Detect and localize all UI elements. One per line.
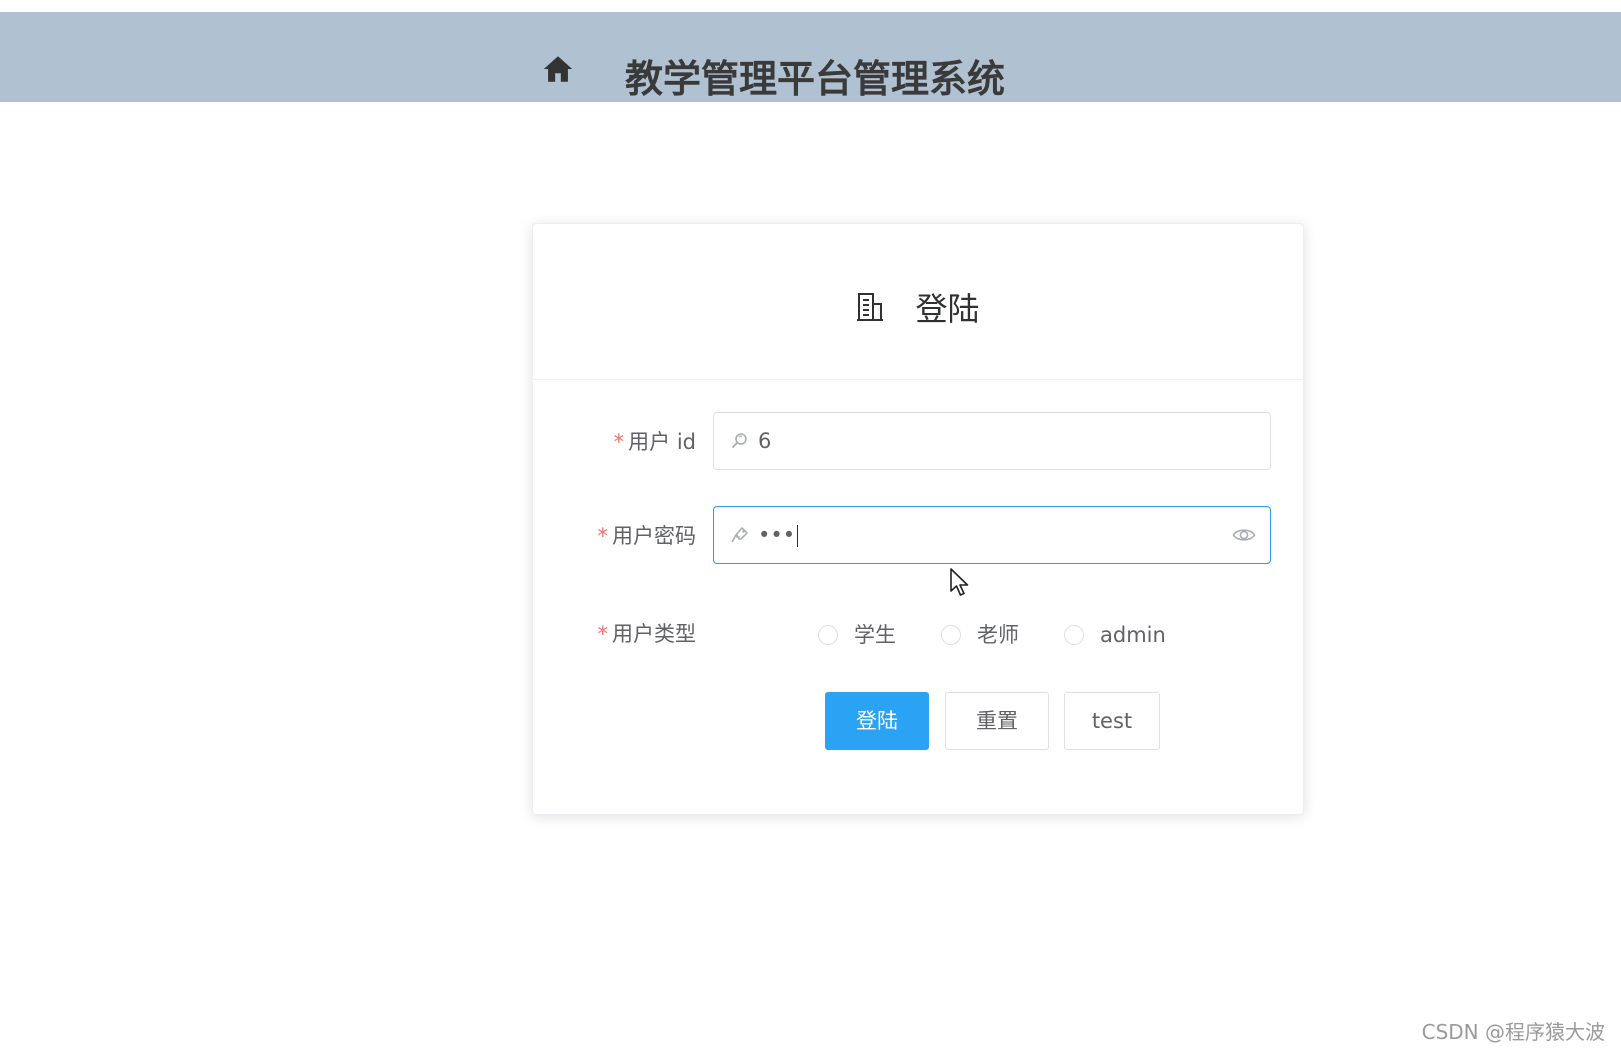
- user-type-label: * 用户类型: [598, 604, 697, 664]
- mouse-cursor-icon: [950, 568, 969, 596]
- required-mark: *: [613, 430, 625, 454]
- radio-admin-label: admin: [1100, 623, 1166, 647]
- radio-teacher[interactable]: 老师: [941, 604, 1019, 664]
- app-title: 教学管理平台管理系统: [625, 57, 1006, 101]
- login-button[interactable]: 登陆: [825, 692, 929, 750]
- top-strip: [0, 0, 1621, 12]
- home-icon[interactable]: [541, 52, 575, 86]
- password-label-text: 用户密码: [612, 524, 696, 548]
- login-title: 登陆: [915, 290, 980, 328]
- radio-circle[interactable]: [941, 625, 961, 645]
- password-value-wrap: •••: [758, 507, 799, 563]
- top-header: 教学管理平台管理系统: [0, 12, 1621, 102]
- login-title-row: 登陆: [533, 284, 1303, 328]
- key-icon: [731, 526, 749, 543]
- radio-student[interactable]: 学生: [818, 604, 896, 664]
- radio-admin[interactable]: admin: [1064, 604, 1166, 664]
- radio-student-label: 学生: [854, 623, 896, 647]
- user-type-label-text: 用户类型: [612, 622, 696, 646]
- radio-teacher-label: 老师: [977, 623, 1019, 647]
- watermark: CSDN @程序猿大波: [1421, 1020, 1605, 1044]
- text-caret: [797, 525, 799, 547]
- login-card-header: 登陆: [533, 224, 1303, 380]
- password-value: •••: [758, 523, 796, 547]
- reset-button[interactable]: 重置: [945, 692, 1049, 750]
- password-label: * 用户密码: [598, 506, 697, 566]
- user-id-value: 6: [758, 429, 772, 453]
- eye-icon[interactable]: [1232, 524, 1256, 546]
- radio-circle[interactable]: [1064, 625, 1084, 645]
- user-id-input[interactable]: 6: [713, 412, 1271, 470]
- test-button[interactable]: test: [1064, 692, 1160, 750]
- password-input[interactable]: •••: [713, 506, 1271, 564]
- required-mark: *: [597, 524, 609, 548]
- search-icon: [731, 433, 747, 449]
- login-card: 登陆 * 用户 id 6 * 用户密码 ••• * 用户类型 学生 老师 adm…: [532, 223, 1304, 815]
- radio-circle[interactable]: [818, 625, 838, 645]
- user-id-label: * 用户 id: [614, 412, 696, 472]
- user-id-label-text: 用户 id: [628, 430, 696, 454]
- required-mark: *: [597, 622, 609, 646]
- office-building-icon: [857, 293, 884, 321]
